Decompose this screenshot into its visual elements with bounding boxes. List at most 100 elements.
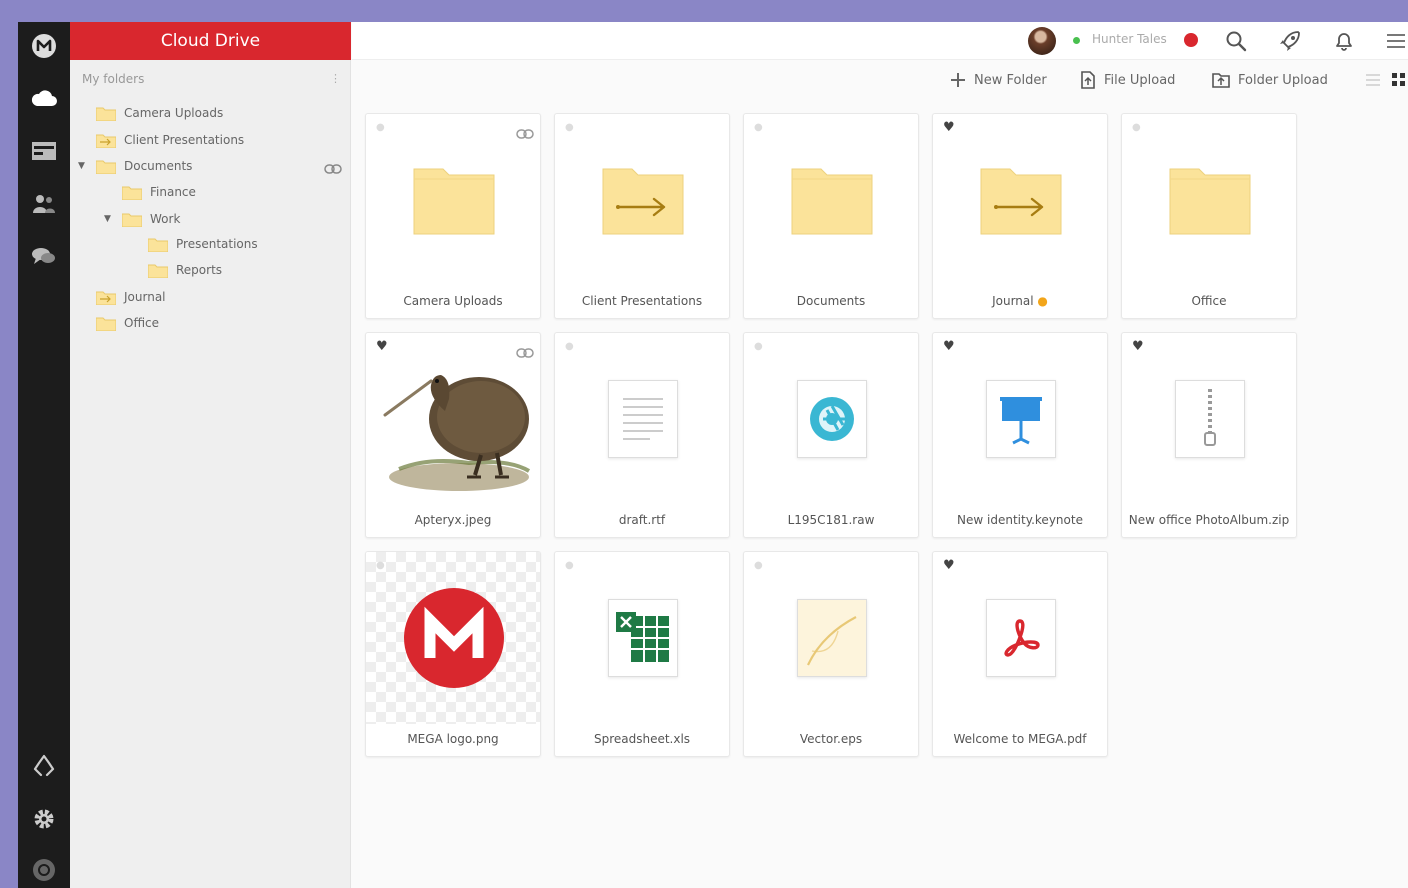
shared-folder-icon — [96, 134, 116, 148]
folder-icon — [122, 213, 142, 227]
folder-upload-button[interactable]: Folder Upload — [1212, 69, 1328, 91]
plus-icon — [951, 73, 965, 87]
file-name: Journal ● — [992, 294, 1048, 308]
file-card-pdf[interactable]: ♥ Welcome to MEGA.pdf — [932, 551, 1108, 757]
kiwi-bird-image — [383, 375, 531, 491]
file-upload-button[interactable]: File Upload — [1080, 69, 1175, 91]
folder-upload-label: Folder Upload — [1238, 72, 1328, 88]
tree-item-label: Work — [150, 212, 181, 226]
expand-caret-icon: ▼ — [78, 161, 85, 171]
tree-item-label: Reports — [176, 263, 223, 277]
text-file-icon — [608, 380, 678, 458]
file-card-documents[interactable]: ● Documents — [743, 113, 919, 319]
keynote-file-icon — [986, 380, 1056, 458]
file-card-journal[interactable]: ♥ Journal ● — [932, 113, 1108, 319]
file-card-spreadsheet[interactable]: ● Spreadsheet.xls — [554, 551, 730, 757]
folder-icon — [1169, 168, 1251, 235]
help-icon[interactable] — [28, 854, 60, 886]
top-bar: Hunter Tales — [352, 22, 1408, 60]
label-star-icon: ● — [1037, 294, 1048, 308]
expand-caret-icon: ▼ — [104, 214, 111, 224]
rocket-icon[interactable] — [1276, 27, 1304, 55]
tree-item-office[interactable]: Office — [84, 312, 159, 334]
cloud-icon[interactable] — [28, 82, 60, 114]
vector-file-icon — [797, 599, 867, 677]
file-card-mega-logo[interactable]: ● MEGA logo.png — [365, 551, 541, 757]
folder-tree-panel: Cloud Drive My folders ⋮ Camera Uploads … — [70, 22, 351, 888]
settings-icon[interactable] — [28, 803, 60, 835]
file-card-vector[interactable]: ● Vector.eps — [743, 551, 919, 757]
file-upload-label: File Upload — [1104, 72, 1176, 88]
file-card-keynote[interactable]: ♥ New identity.keynote — [932, 332, 1108, 538]
rubbish-bin-icon[interactable] — [28, 750, 60, 782]
image-thumbnail — [366, 333, 540, 505]
tree-item-label: Client Presentations — [124, 133, 245, 147]
folder-icon — [413, 168, 495, 235]
tree-header: My folders — [82, 72, 145, 86]
folder-icon — [96, 107, 116, 121]
file-name: Client Presentations — [581, 294, 703, 308]
tree-item-label: Documents — [124, 159, 193, 173]
list-view-icon[interactable] — [1362, 69, 1384, 91]
favorite-icon[interactable]: ♥ — [376, 339, 388, 354]
tree-item-presentations[interactable]: Presentations — [136, 233, 258, 255]
file-name: Vector.eps — [799, 732, 863, 746]
shared-folder-icon — [602, 168, 684, 235]
pdf-file-icon — [986, 599, 1056, 677]
file-name: New office PhotoAlbum.zip — [1128, 513, 1290, 527]
file-card-apteryx[interactable]: ♥ Apteryx.jpeg — [365, 332, 541, 538]
avatar[interactable] — [1028, 27, 1056, 55]
tree-options-icon[interactable]: ⋮ — [330, 72, 341, 85]
folder-upload-icon — [1212, 73, 1230, 88]
tree-item-documents[interactable]: ▼ Documents — [78, 155, 192, 177]
bell-icon[interactable] — [1330, 27, 1358, 55]
tree-item-label: Journal — [124, 290, 166, 304]
inbox-icon[interactable] — [28, 135, 60, 167]
file-name: L195C181.raw — [787, 513, 875, 527]
mega-logo-image — [404, 588, 504, 688]
tree-item-reports[interactable]: Reports — [136, 259, 222, 281]
file-name: Documents — [796, 294, 866, 308]
tree-item-work[interactable]: ▼ Work — [104, 208, 180, 230]
main-area: Hunter Tales New Folder File Upload Fold… — [352, 22, 1408, 888]
menu-icon[interactable] — [1382, 27, 1408, 55]
folder-icon — [96, 160, 116, 174]
chat-icon[interactable] — [28, 240, 60, 272]
folder-icon — [148, 238, 168, 252]
zip-file-icon — [1175, 380, 1245, 458]
favorite-icon[interactable]: ● — [376, 560, 385, 571]
file-name: Spreadsheet.xls — [593, 732, 691, 746]
file-card-camera-uploads[interactable]: ● Camera Uploads — [365, 113, 541, 319]
mega-logo-icon[interactable] — [28, 30, 60, 62]
file-card-office[interactable]: ● Office — [1121, 113, 1297, 319]
file-card-draft-rtf[interactable]: ● draft.rtf — [554, 332, 730, 538]
search-icon[interactable] — [1222, 27, 1250, 55]
folder-icon — [96, 317, 116, 331]
shared-folder-icon — [96, 291, 116, 305]
shared-folder-icon — [980, 168, 1062, 235]
action-bar: New Folder File Upload Folder Upload — [352, 60, 1408, 102]
contacts-icon[interactable] — [28, 188, 60, 220]
file-name: Apteryx.jpeg — [414, 513, 492, 527]
file-name: Welcome to MEGA.pdf — [953, 732, 1087, 746]
file-name: draft.rtf — [618, 513, 666, 527]
new-folder-button[interactable]: New Folder — [950, 69, 1047, 91]
tree-item-camera-uploads[interactable]: Camera Uploads — [84, 102, 223, 124]
file-name: MEGA logo.png — [407, 732, 499, 746]
raw-image-icon — [797, 380, 867, 458]
page-title: Cloud Drive — [70, 22, 351, 60]
folder-icon — [122, 186, 142, 200]
online-status-icon — [1073, 37, 1080, 44]
tree-item-journal[interactable]: Journal — [84, 286, 166, 308]
file-card-client-presentations[interactable]: ● Client Presentations — [554, 113, 730, 319]
image-thumbnail — [366, 552, 540, 724]
new-folder-label: New Folder — [974, 72, 1047, 88]
tree-item-finance[interactable]: Finance — [110, 181, 196, 203]
excel-file-icon — [608, 599, 678, 677]
grid-view-icon[interactable] — [1388, 69, 1408, 91]
user-name[interactable]: Hunter Tales — [1092, 32, 1167, 46]
file-card-zip[interactable]: ♥ New office PhotoAlbum.zip — [1121, 332, 1297, 538]
file-card-raw[interactable]: ● L195C181.raw — [743, 332, 919, 538]
tree-item-label: Finance — [150, 185, 196, 199]
tree-item-client-presentations[interactable]: Client Presentations — [84, 129, 244, 151]
